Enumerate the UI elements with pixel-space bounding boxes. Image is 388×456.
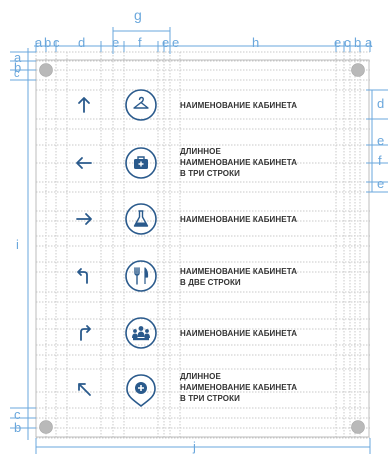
- dim-label-right-d: d: [377, 96, 385, 111]
- arrow-up-icon: [78, 97, 90, 113]
- person-body: [132, 333, 138, 338]
- dim-label-g: g: [134, 7, 142, 23]
- arrow-right-icon: [76, 213, 92, 225]
- dim-label-top-d: d: [78, 35, 86, 50]
- fork-shape: [134, 267, 140, 285]
- person-head: [145, 329, 149, 333]
- dim-label-top-b: b: [44, 35, 52, 50]
- room-label-3-line-1: НАИМЕНОВАНИЕ КАБИНЕТА: [180, 215, 298, 224]
- flask-liquid: [135, 222, 147, 226]
- person-head: [133, 329, 137, 333]
- dim-label-top-e3: e: [172, 35, 180, 50]
- arrow-turn-left-shape: [77, 268, 88, 284]
- room-label-1: НАИМЕНОВАНИЕ КАБИНЕТА: [180, 100, 297, 111]
- dim-label-j: j: [193, 439, 196, 454]
- person-body: [137, 331, 145, 337]
- first-aid-kit-icon: [125, 147, 157, 179]
- dim-label-top-f: f: [138, 35, 142, 50]
- fork-knife-icon: [125, 260, 157, 292]
- room-label-2-line-2: НАИМЕНОВАНИЕ КАБИНЕТА: [180, 158, 298, 167]
- room-label-4: НАИМЕНОВАНИЕ КАБИНЕТА В ДВЕ СТРОКИ: [180, 266, 297, 288]
- dim-label-right-f: f: [378, 153, 382, 168]
- arrow-up-left-shape: [78, 383, 91, 396]
- dim-label-left-b2: b: [14, 420, 22, 435]
- group-icon: [125, 317, 157, 349]
- room-label-2-line-3: В ТРИ СТРОКИ: [180, 169, 240, 178]
- medical-pin-icon: [126, 374, 156, 408]
- sign-layout-diagram: g a b c d e f e e h e c b a a b c i c b …: [0, 0, 388, 456]
- fork-knife-circle: [125, 260, 157, 292]
- kit-handle: [137, 156, 145, 159]
- arrow-up-shape: [78, 97, 90, 113]
- arrow-turn-right-icon: [80, 325, 91, 341]
- dim-label-right-e2: e: [377, 176, 385, 191]
- room-label-1-line-1: НАИМЕНОВАНИЕ КАБИНЕТА: [180, 101, 298, 110]
- arrow-left-shape: [76, 157, 92, 169]
- table-shape: [133, 338, 149, 341]
- person-head: [138, 326, 144, 331]
- dim-label-top-h: h: [252, 35, 260, 50]
- hanger-shape: [133, 96, 149, 109]
- arrow-right-shape: [76, 213, 92, 225]
- hanger-circle: [125, 89, 157, 121]
- room-label-2: ДЛИННОЕ НАИМЕНОВАНИЕ КАБИНЕТА В ТРИ СТРО…: [180, 146, 297, 179]
- room-label-4-line-1: НАИМЕНОВАНИЕ КАБИНЕТА: [180, 267, 298, 276]
- dim-label-top-a: a: [35, 35, 43, 50]
- flask-icon: [125, 203, 157, 235]
- dim-label-right-e: e: [377, 133, 385, 148]
- arrow-up-left-icon: [78, 383, 91, 396]
- dim-label-left-i: i: [16, 237, 19, 252]
- dim-label-top-e2: e: [162, 35, 170, 50]
- room-label-5-line-1: НАИМЕНОВАНИЕ КАБИНЕТА: [180, 329, 298, 338]
- person-body: [144, 333, 150, 338]
- room-label-6-line-2: НАИМЕНОВАНИЕ КАБИНЕТА: [180, 383, 298, 392]
- dim-label-top-c: c: [53, 35, 60, 50]
- room-label-5: НАИМЕНОВАНИЕ КАБИНЕТА: [180, 328, 297, 339]
- dim-label-top-e1: e: [112, 35, 120, 50]
- room-label-6-line-1: ДЛИННОЕ: [180, 372, 221, 381]
- knife-shape: [144, 267, 149, 284]
- room-label-2-line-1: ДЛИННОЕ: [180, 147, 221, 156]
- dim-label-top-e4: e: [334, 35, 342, 50]
- room-label-4-line-2: В ДВЕ СТРОКИ: [180, 278, 241, 287]
- hanger-icon: [125, 89, 157, 121]
- room-label-6: ДЛИННОЕ НАИМЕНОВАНИЕ КАБИНЕТА В ТРИ СТРО…: [180, 371, 297, 404]
- dim-label-top-c2: c: [344, 35, 351, 50]
- arrow-turn-left-icon: [77, 268, 88, 284]
- flask-circle: [125, 203, 157, 235]
- room-label-3: НАИМЕНОВАНИЕ КАБИНЕТА: [180, 214, 297, 225]
- arrow-turn-right-shape: [80, 325, 91, 341]
- dim-label-top-b2: b: [354, 35, 362, 50]
- dim-label-top-a2: a: [365, 35, 373, 50]
- room-label-6-line-3: В ТРИ СТРОКИ: [180, 394, 240, 403]
- arrow-left-icon: [76, 157, 92, 169]
- dim-label-left-c: c: [14, 68, 20, 80]
